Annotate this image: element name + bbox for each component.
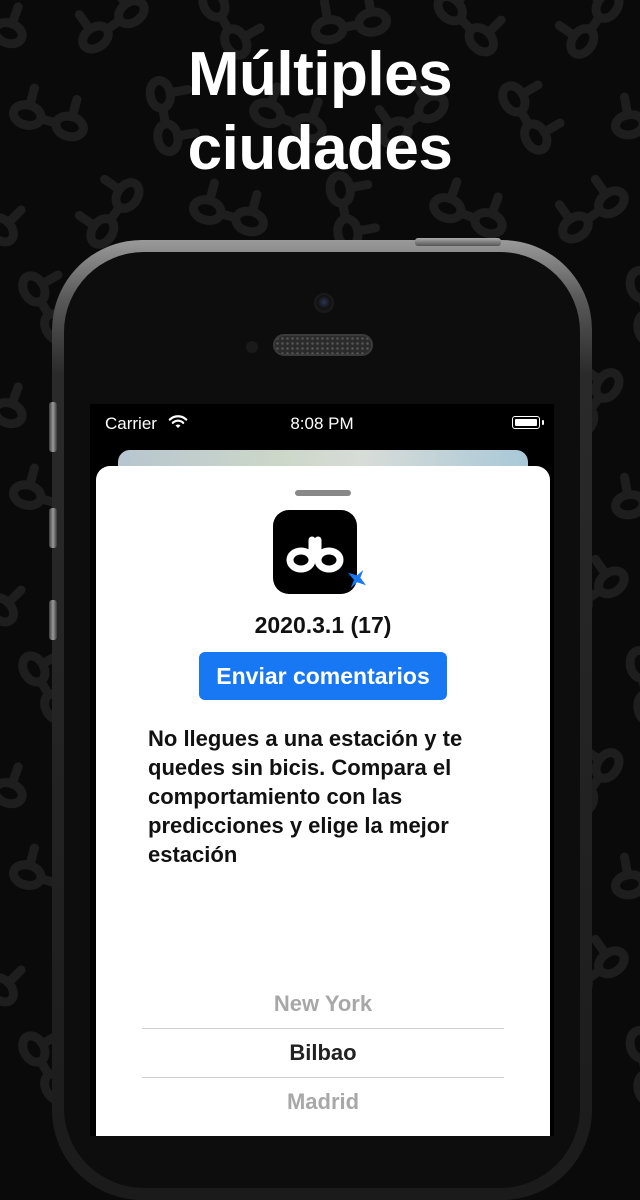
city-picker[interactable]: New York Bilbao Madrid bbox=[142, 980, 504, 1126]
phone-screen: Carrier 8:08 PM 2020.3.1 (17) Enviar com… bbox=[90, 404, 554, 1136]
sheet-grabber[interactable] bbox=[295, 490, 351, 496]
city-option-new-york[interactable]: New York bbox=[142, 980, 504, 1028]
about-sheet: 2020.3.1 (17) Enviar comentarios No lleg… bbox=[96, 466, 550, 1136]
power-button bbox=[415, 238, 501, 246]
earpiece-speaker bbox=[273, 334, 373, 356]
city-option-madrid[interactable]: Madrid bbox=[142, 1078, 504, 1126]
status-time: 8:08 PM bbox=[290, 414, 354, 433]
proximity-sensor bbox=[246, 341, 258, 353]
app-description: No llegues a una estación y te quedes si… bbox=[148, 726, 463, 867]
airplane-icon bbox=[347, 569, 367, 589]
headline-line-2: ciudades bbox=[187, 114, 453, 183]
headline-line-1: Múltiples bbox=[187, 40, 453, 109]
volume-down-button bbox=[49, 600, 57, 640]
headline: Múltiples ciudades bbox=[0, 38, 640, 186]
send-feedback-button[interactable]: Enviar comentarios bbox=[199, 652, 447, 700]
battery-icon bbox=[512, 416, 544, 429]
front-camera bbox=[314, 293, 334, 313]
volume-up-button bbox=[49, 508, 57, 548]
status-bar: Carrier 8:08 PM bbox=[90, 404, 554, 444]
app-version: 2020.3.1 (17) bbox=[254, 612, 392, 638]
city-option-bilbao[interactable]: Bilbao bbox=[142, 1028, 504, 1078]
mute-switch bbox=[49, 402, 57, 452]
